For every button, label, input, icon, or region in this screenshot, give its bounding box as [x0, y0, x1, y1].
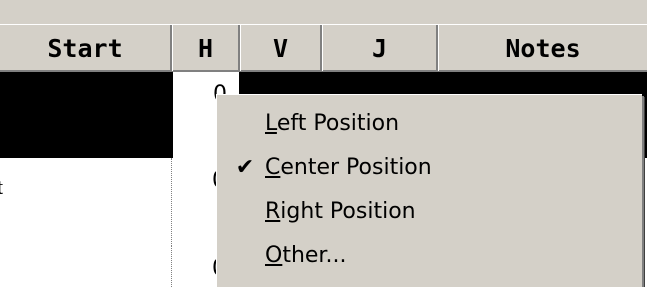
menu-item-label: Center Position — [265, 154, 432, 180]
column-header-h[interactable]: H — [172, 25, 240, 71]
menu-item-label: Other... — [265, 242, 347, 268]
column-header-v[interactable]: V — [240, 25, 322, 71]
cell-start[interactable]: t — [0, 158, 172, 246]
column-header-j[interactable]: J — [322, 25, 438, 71]
column-header-row: Start H V J Notes — [0, 24, 647, 72]
menu-item-other[interactable]: Other... — [217, 233, 642, 277]
column-header-notes[interactable]: Notes — [438, 25, 647, 71]
menu-item-label: Right Position — [265, 198, 416, 224]
cell-start[interactable] — [0, 246, 172, 287]
column-header-start[interactable]: Start — [0, 25, 172, 71]
menu-item-center-position[interactable]: ✔ Center Position — [217, 145, 642, 189]
cell-start-text: t — [0, 174, 4, 199]
toolbar-strip — [0, 0, 647, 24]
context-menu: Left Position ✔ Center Position Right Po… — [216, 94, 642, 287]
cell-start[interactable] — [0, 72, 172, 158]
menu-item-left-position[interactable]: Left Position — [217, 101, 642, 145]
menu-item-right-position[interactable]: Right Position — [217, 189, 642, 233]
menu-item-label: Left Position — [265, 110, 400, 136]
checkmark-icon: ✔ — [235, 154, 255, 180]
